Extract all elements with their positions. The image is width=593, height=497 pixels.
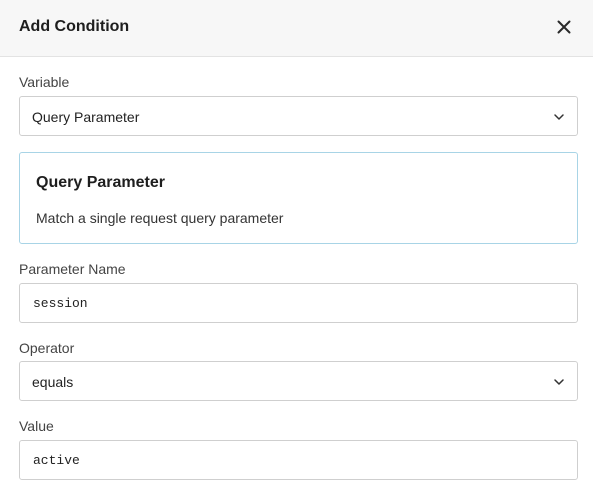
parameter-name-label: Parameter Name xyxy=(19,261,126,277)
value-label: Value xyxy=(19,418,54,434)
operator-label: Operator xyxy=(19,340,75,356)
info-description: Match a single request query parameter xyxy=(36,210,284,226)
variable-label: Variable xyxy=(19,74,70,90)
parameter-name-value: session xyxy=(33,296,88,311)
chevron-down-icon xyxy=(554,114,564,120)
chevron-down-icon xyxy=(554,379,564,385)
dialog-header: Add Condition xyxy=(0,0,593,57)
info-title: Query Parameter xyxy=(36,174,165,191)
variable-info-panel: Query Parameter Match a single request q… xyxy=(19,152,578,244)
parameter-name-input[interactable]: session xyxy=(19,283,578,323)
variable-selected-value: Query Parameter xyxy=(32,109,140,125)
close-button[interactable] xyxy=(552,15,576,39)
operator-select[interactable]: equals xyxy=(19,361,578,401)
operator-selected-value: equals xyxy=(32,374,74,390)
value-field-value: active xyxy=(33,453,80,468)
close-icon xyxy=(557,20,571,34)
value-input[interactable]: active xyxy=(19,440,578,480)
dialog-title: Add Condition xyxy=(19,18,130,35)
variable-select[interactable]: Query Parameter xyxy=(19,96,578,136)
